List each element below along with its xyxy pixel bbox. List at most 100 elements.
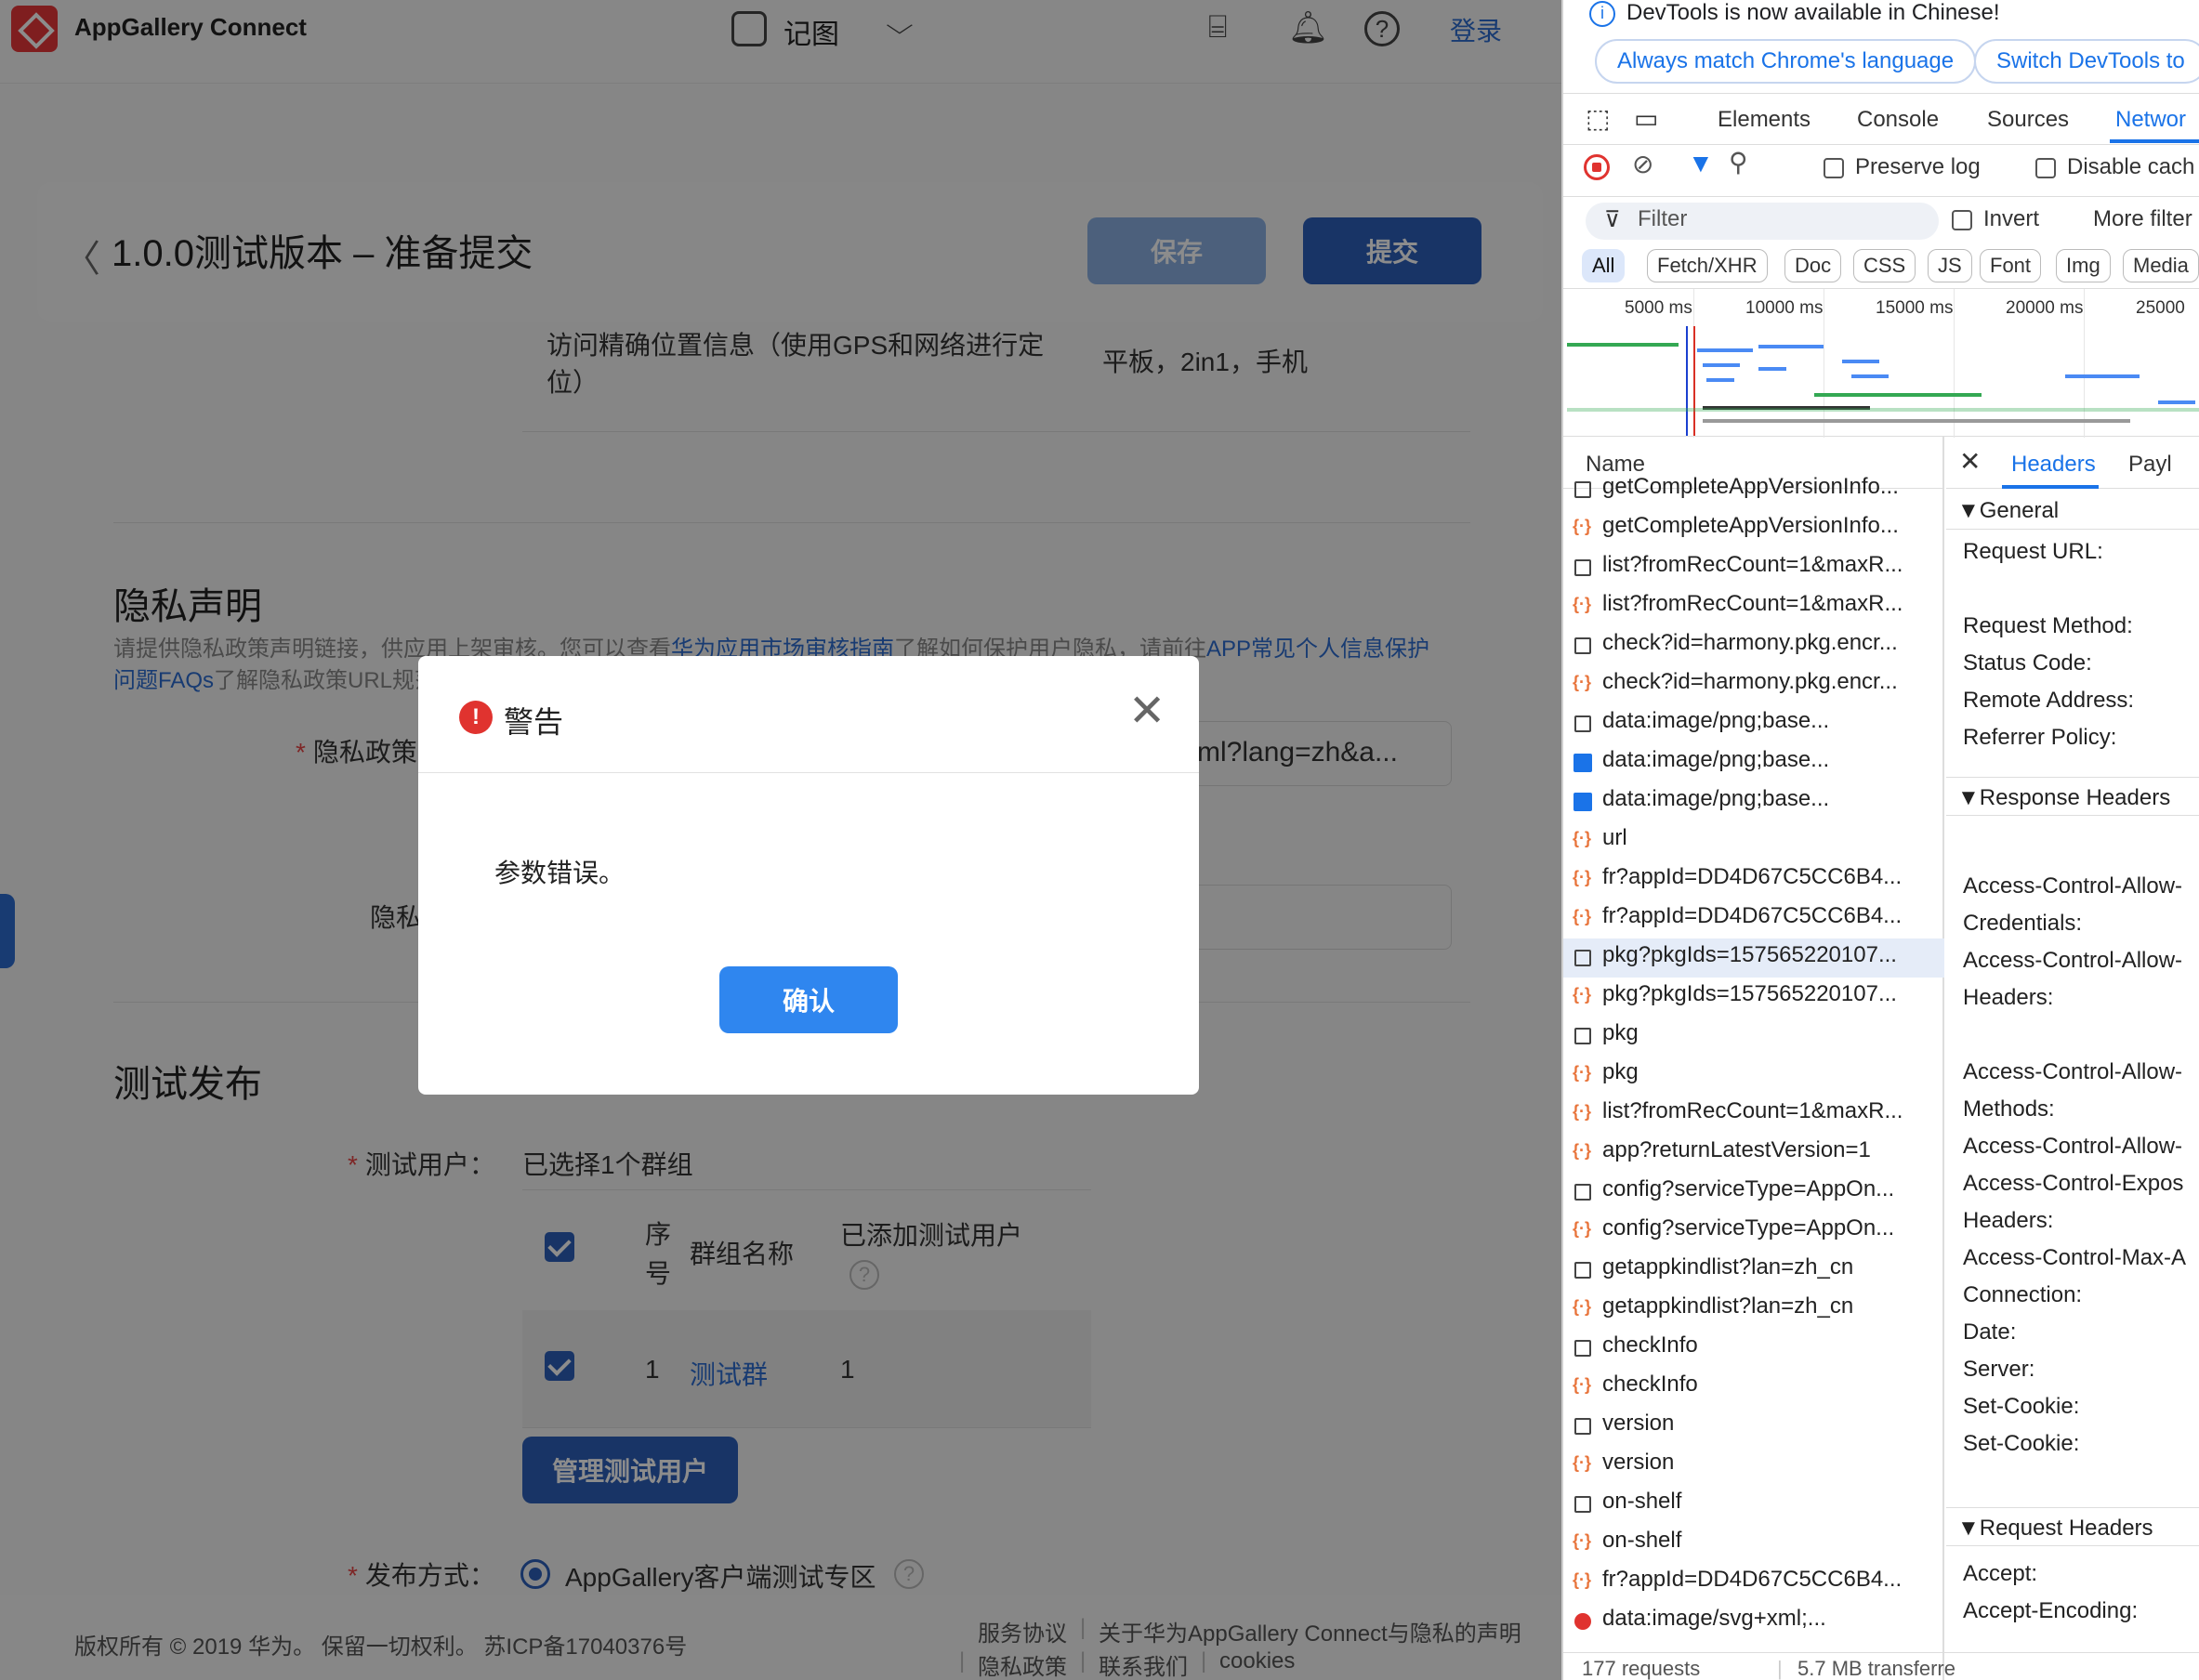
request-name: version <box>1602 1411 1675 1436</box>
disable-cache-checkbox[interactable] <box>2035 158 2056 178</box>
match-language-button[interactable]: Always match Chrome's language <box>1595 39 1977 84</box>
request-name: list?fromRecCount=1&maxR... <box>1602 552 1903 577</box>
request-name: data:image/png;base... <box>1602 708 1830 733</box>
request-row[interactable]: data:image/png;base... <box>1563 743 1944 782</box>
request-row[interactable]: {·} pkg?pkgIds=157565220107... <box>1563 978 1944 1017</box>
chip-img[interactable]: Img <box>2056 249 2111 282</box>
request-name: pkg <box>1602 1059 1639 1084</box>
request-name: pkg?pkgIds=157565220107... <box>1602 981 1897 1006</box>
header-key: Access-Control-Allow- <box>1963 873 2183 899</box>
record-stop-icon[interactable] <box>1584 154 1610 180</box>
request-row[interactable]: data:image/svg+xml;... <box>1563 1602 1944 1641</box>
request-row[interactable]: {·} fr?appId=DD4D67C5CC6B4... <box>1563 860 1944 899</box>
device-toolbar-icon[interactable]: ▭ <box>1634 103 1658 134</box>
waterfall-bar <box>1703 363 1740 367</box>
tick-label: 10000 ms <box>1745 298 1824 318</box>
preserve-log-label: Preserve log <box>1855 154 1981 179</box>
invert-checkbox[interactable] <box>1952 210 1972 230</box>
xhr-icon: {·} <box>1573 1531 1592 1550</box>
chip-css[interactable]: CSS <box>1853 249 1916 282</box>
request-row[interactable]: {·} getCompleteAppVersionInfo... <box>1563 509 1944 548</box>
close-icon[interactable]: ✕ <box>1128 689 1165 734</box>
request-row[interactable]: pkg?pkgIds=157565220107... <box>1563 938 1944 978</box>
disable-cache-label: Disable cach <box>2067 154 2195 179</box>
image-icon <box>1574 754 1592 772</box>
general-section[interactable]: ▼General <box>1946 491 2199 530</box>
request-row[interactable]: {·} version <box>1563 1446 1944 1485</box>
request-name: checkInfo <box>1602 1372 1698 1397</box>
header-key: Access-Control-Allow- <box>1963 1134 2183 1159</box>
network-overview[interactable]: 5000 ms 10000 ms 15000 ms 20000 ms 25000 <box>1563 288 2199 438</box>
header-key: Date: <box>1963 1319 2017 1345</box>
request-row[interactable]: {·} list?fromRecCount=1&maxR... <box>1563 587 1944 626</box>
header-key: Set-Cookie: <box>1963 1431 2080 1456</box>
request-row[interactable]: {·} fr?appId=DD4D67C5CC6B4... <box>1563 899 1944 938</box>
filter-icon[interactable]: ▼ <box>1688 149 1714 178</box>
more-filters-dropdown[interactable]: More filter <box>2093 206 2192 232</box>
request-row[interactable]: {·} pkg <box>1563 1056 1944 1095</box>
tab-elements[interactable]: Elements <box>1718 107 1811 133</box>
response-headers-section[interactable]: ▼Response Headers <box>1946 777 2199 816</box>
request-row[interactable]: {·} getappkindlist?lan=zh_cn <box>1563 1290 1944 1329</box>
xhr-icon: {·} <box>1573 907 1592 925</box>
invert-label: Invert <box>1983 206 2040 231</box>
request-row[interactable]: checkInfo <box>1563 1329 1944 1368</box>
request-row[interactable]: list?fromRecCount=1&maxR... <box>1563 548 1944 587</box>
request-row[interactable]: {·} app?returnLatestVersion=1 <box>1563 1134 1944 1173</box>
clear-icon[interactable]: ⊘ <box>1632 149 1653 179</box>
document-icon <box>1574 1184 1591 1201</box>
chip-media[interactable]: Media <box>2123 249 2199 282</box>
filter-placeholder: Filter <box>1638 206 1688 231</box>
request-name: pkg?pkgIds=157565220107... <box>1602 942 1897 967</box>
header-key: Remote Address: <box>1963 688 2135 713</box>
chip-js[interactable]: JS <box>1928 249 1972 282</box>
request-row[interactable]: getCompleteAppVersionInfo... <box>1563 470 1944 509</box>
header-key: Accept-Encoding: <box>1963 1598 2139 1623</box>
close-icon[interactable]: ✕ <box>1959 446 1981 477</box>
request-row[interactable]: {·} url <box>1563 821 1944 860</box>
devtools-tabs: ⬚ ▭ Elements Console Sources Networ <box>1563 93 2199 145</box>
request-row[interactable]: data:image/png;base... <box>1563 782 1944 821</box>
header-key: Server: <box>1963 1357 2035 1382</box>
waterfall-bar <box>1758 367 1786 371</box>
request-row[interactable]: check?id=harmony.pkg.encr... <box>1563 626 1944 665</box>
switch-language-button[interactable]: Switch DevTools to <box>1974 39 2199 84</box>
devtools-panel: i DevTools is now available in Chinese! A… <box>1561 0 2199 1680</box>
request-row[interactable]: config?serviceType=AppOn... <box>1563 1173 1944 1212</box>
tab-headers[interactable]: Headers <box>2011 452 2096 478</box>
request-row[interactable]: {·} fr?appId=DD4D67C5CC6B4... <box>1563 1563 1944 1602</box>
document-icon <box>1574 481 1591 498</box>
inspect-element-icon[interactable]: ⬚ <box>1586 103 1610 134</box>
waterfall-bar <box>2158 400 2195 404</box>
chip-font[interactable]: Font <box>1980 249 2042 282</box>
request-row[interactable]: on-shelf <box>1563 1485 1944 1524</box>
request-row[interactable]: {·} check?id=harmony.pkg.encr... <box>1563 665 1944 704</box>
waterfall-bar <box>1814 393 1982 397</box>
chip-all[interactable]: All <box>1582 249 1626 282</box>
request-row[interactable]: getappkindlist?lan=zh_cn <box>1563 1251 1944 1290</box>
request-row[interactable]: {·} checkInfo <box>1563 1368 1944 1407</box>
tab-network[interactable]: Networ <box>2115 107 2186 133</box>
request-row[interactable]: version <box>1563 1407 1944 1446</box>
request-headers-section[interactable]: ▼Request Headers <box>1946 1507 2199 1546</box>
request-row[interactable]: {·} list?fromRecCount=1&maxR... <box>1563 1095 1944 1134</box>
tab-console[interactable]: Console <box>1857 107 1939 133</box>
header-key: Accept: <box>1963 1561 2038 1586</box>
tab-payload[interactable]: Payl <box>2128 452 2172 478</box>
tab-sources[interactable]: Sources <box>1987 107 2069 133</box>
waterfall-bar <box>1842 360 1879 363</box>
request-row[interactable]: pkg <box>1563 1017 1944 1056</box>
request-row[interactable]: {·} config?serviceType=AppOn... <box>1563 1212 1944 1251</box>
chip-doc[interactable]: Doc <box>1784 249 1842 282</box>
preserve-log-checkbox[interactable] <box>1824 158 1844 178</box>
request-count: 177 requests <box>1582 1657 1701 1680</box>
xhr-icon: {·} <box>1573 985 1592 1004</box>
dialog-title: 警告 <box>504 705 564 739</box>
request-row[interactable]: {·} on-shelf <box>1563 1524 1944 1563</box>
chip-fetch-xhr[interactable]: Fetch/XHR <box>1647 249 1768 282</box>
request-name: data:image/png;base... <box>1602 747 1830 772</box>
search-icon[interactable]: ⚲ <box>1729 147 1748 177</box>
xhr-icon: {·} <box>1573 595 1592 613</box>
confirm-button[interactable]: 确认 <box>719 966 898 1033</box>
request-row[interactable]: data:image/png;base... <box>1563 704 1944 743</box>
